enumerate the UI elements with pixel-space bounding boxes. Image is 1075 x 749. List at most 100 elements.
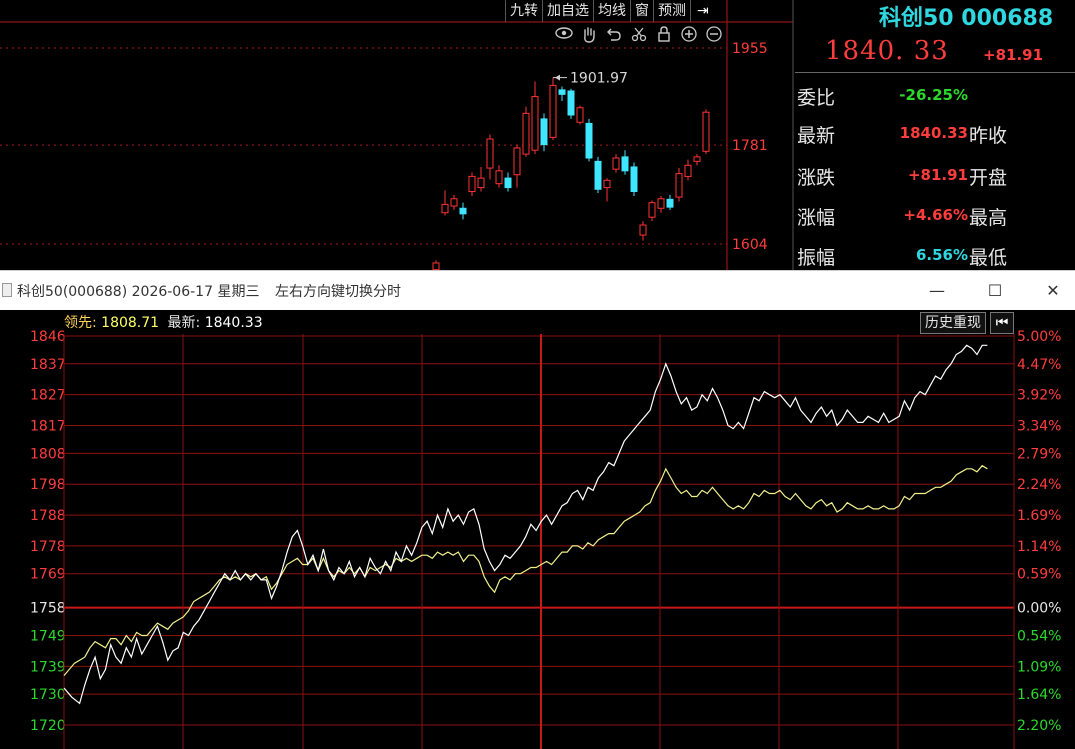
intraday-chart[interactable]: 1846 5.00% 1837 4.47% 1827 3.92% 1817 3.34% 1808… [0, 310, 1075, 749]
y-left-tick-label: 1846 [30, 329, 66, 345]
minimize-button[interactable]: — [917, 277, 957, 305]
legend-lead-value: 1808.71 [101, 315, 160, 331]
candle-body [612, 157, 620, 170]
candle [432, 260, 440, 270]
kline-tick-label: 1604 [732, 237, 768, 253]
y-right-tick-label: 5.00% [1017, 329, 1061, 345]
candle [702, 109, 710, 155]
scissors-icon[interactable] [628, 26, 649, 44]
candle-body [594, 160, 602, 190]
candle [585, 118, 593, 162]
quote-row-value: -26.25% [899, 86, 968, 104]
zoom-in-icon[interactable] [678, 26, 699, 44]
y-left-tick-label: 1739 [30, 659, 66, 675]
legend-last-label: 最新: [167, 315, 201, 331]
quote-row-label: 振幅 [797, 247, 836, 269]
hand-icon[interactable] [578, 26, 599, 44]
y-left-tick-label: 1837 [30, 357, 66, 373]
candle [576, 105, 584, 125]
y-left-tick-label: 1798 [30, 477, 66, 493]
candle [684, 159, 692, 181]
candle-body [648, 202, 656, 218]
candle-body [450, 198, 458, 207]
candle [594, 156, 602, 194]
candle [612, 154, 620, 173]
y-right-tick-label: 1.14% [1017, 539, 1061, 555]
close-button[interactable]: ✕ [1033, 277, 1073, 305]
candle-body [441, 203, 449, 214]
y-left-tick-label: 1827 [30, 388, 66, 404]
undo-icon[interactable] [603, 26, 624, 44]
candle [468, 172, 476, 196]
high-marker-label: 1901.97 [570, 71, 628, 87]
candle [567, 88, 575, 119]
candle [441, 190, 449, 216]
quote-row-value: 6.56% [915, 246, 968, 264]
toolbar-button-jiuzhuan[interactable]: 九转 [505, 0, 542, 22]
candle [558, 86, 566, 102]
candle-body [666, 198, 674, 208]
window-titlebar[interactable]: 科创50(000688) 2026-06-17 星期三 左右方向键切换分时 — … [0, 270, 1075, 310]
candle [531, 81, 539, 155]
candle-body [675, 173, 683, 198]
collapse-panel-icon[interactable]: ⇥ [690, 0, 715, 22]
candle-body [684, 164, 692, 177]
candle-body [540, 118, 548, 146]
y-right-tick-label: 1.09% [1017, 659, 1061, 675]
candle [513, 144, 521, 188]
candle [693, 154, 701, 166]
candle [639, 221, 647, 241]
y-left-tick-label: 1758 [30, 601, 66, 617]
divider [795, 72, 1075, 73]
toolbar-button-forecast[interactable]: 预测 [653, 0, 690, 22]
candle [486, 134, 494, 180]
candle-body [513, 147, 521, 176]
quote-row-label-secondary: 开盘 [969, 167, 1008, 189]
candle-body [549, 84, 557, 138]
y-left-tick-label: 1749 [30, 628, 66, 644]
candle [495, 165, 503, 188]
toolbar-button-moving-average[interactable]: 均线 [593, 0, 630, 22]
quote-row-label: 委比 [797, 87, 836, 109]
quote-row: 委比 -26.25% [795, 75, 1075, 115]
y-right-tick-label: 0.54% [1017, 628, 1061, 644]
lock-icon[interactable] [653, 26, 674, 44]
y-right-tick-label: 4.47% [1017, 357, 1061, 373]
candle-body [495, 170, 503, 185]
candle-body [567, 90, 575, 116]
security-title: 科创50 000688 [879, 6, 1054, 31]
y-left-tick-label: 1808 [30, 446, 66, 462]
candle-body [486, 138, 494, 169]
kline-tick-label: 1955 [732, 41, 768, 57]
quote-row: 振幅 6.56% 最低 [795, 235, 1075, 275]
toolbar-button-window[interactable]: 窗 [630, 0, 653, 22]
zoom-out-icon[interactable] [703, 26, 724, 44]
last-price: 1840. 33 [825, 36, 949, 66]
maximize-button[interactable]: ☐ [975, 277, 1015, 305]
candle [657, 195, 665, 213]
candle-body [657, 198, 665, 209]
chart-legend: 领先: 1808.71 最新: 1840.33 [64, 312, 263, 332]
window-title: 科创50(000688) 2026-06-17 星期三 [17, 284, 260, 300]
quote-row: 最新 1840.33 昨收 [795, 113, 1075, 153]
series-line-leading [63, 464, 988, 676]
high-marker-arrow [555, 74, 560, 81]
candle [459, 202, 467, 220]
candle-body [432, 262, 440, 270]
quote-row-value: +4.66% [903, 206, 968, 224]
candle-body [504, 177, 512, 189]
skip-back-icon[interactable]: ⏮ [990, 312, 1014, 334]
y-right-tick-label: 1.64% [1017, 687, 1061, 703]
toolbar-button-add-favorite[interactable]: 加自选 [542, 0, 593, 22]
quote-row-label-secondary: 昨收 [969, 125, 1008, 147]
history-replay-button[interactable]: 历史重现 [920, 312, 986, 334]
candle-body [468, 175, 476, 193]
chart-tool-icons [553, 26, 724, 44]
candle-body [639, 224, 647, 236]
y-left-tick-label: 1769 [30, 567, 66, 583]
kline-tick-label: 1781 [732, 138, 768, 154]
series-line-latest [63, 344, 988, 705]
candle [549, 77, 557, 141]
candle-body [630, 166, 638, 193]
eye-icon[interactable] [553, 26, 574, 44]
